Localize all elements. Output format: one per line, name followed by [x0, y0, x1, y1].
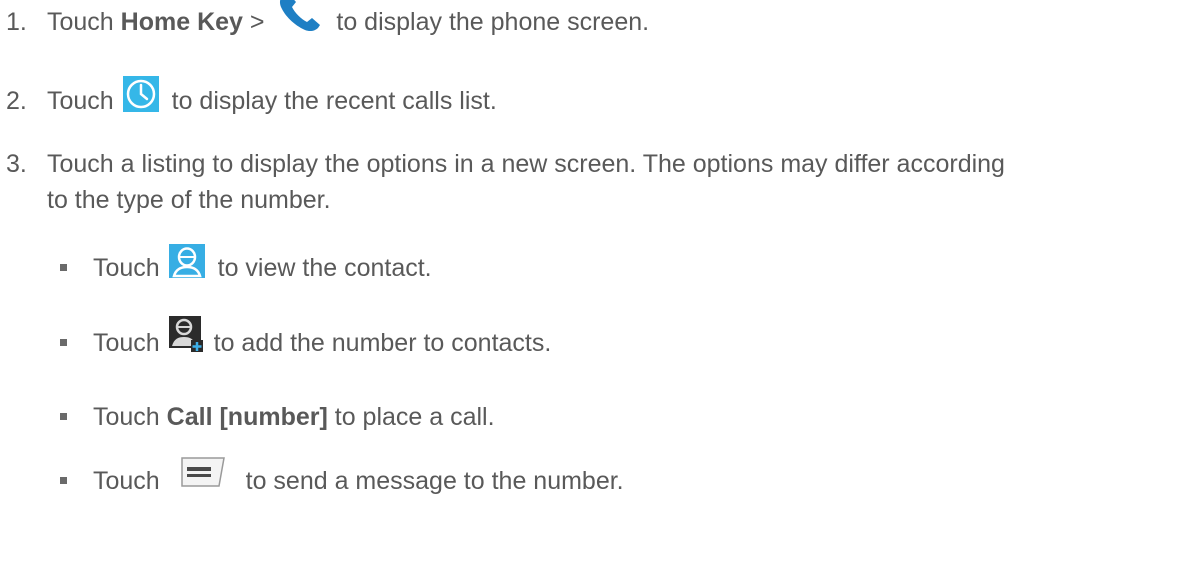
step-text: Touch — [47, 7, 121, 36]
bullet — [60, 477, 67, 484]
bullet — [60, 264, 67, 271]
option-text: Touch — [93, 466, 167, 495]
option-text: Touch — [93, 328, 167, 357]
option-text: to add the number to contacts. — [206, 328, 552, 357]
call-number-label: Call [number] — [166, 402, 328, 431]
step-text: > — [242, 7, 272, 36]
view-contact-icon — [168, 243, 205, 285]
instructions-document: 1. Touch Home Key > to display the phone… — [0, 0, 1193, 562]
step-text: Touch — [47, 86, 121, 115]
step-number: 2. — [6, 86, 27, 115]
home-key-label: Home Key — [120, 7, 243, 36]
step-text: to display the recent calls list. — [164, 86, 497, 115]
option-text: Touch — [93, 402, 167, 431]
option-text: Touch — [93, 253, 167, 282]
phone-icon — [277, 0, 323, 41]
step-text: Touch a listing to display the options i… — [47, 149, 1005, 178]
bullet — [60, 339, 67, 346]
option-text: to send a message to the number. — [238, 466, 624, 495]
message-icon — [180, 456, 225, 494]
step-text: to display the phone screen. — [329, 7, 650, 36]
recent-calls-clock-icon — [122, 75, 159, 119]
option-text: to place a call. — [327, 402, 495, 431]
step-number: 1. — [6, 7, 27, 36]
step-text: to the type of the number. — [47, 185, 331, 214]
step-number: 3. — [6, 149, 27, 178]
bullet — [60, 413, 67, 420]
add-contact-icon — [168, 315, 205, 359]
option-text: to view the contact. — [210, 253, 432, 282]
